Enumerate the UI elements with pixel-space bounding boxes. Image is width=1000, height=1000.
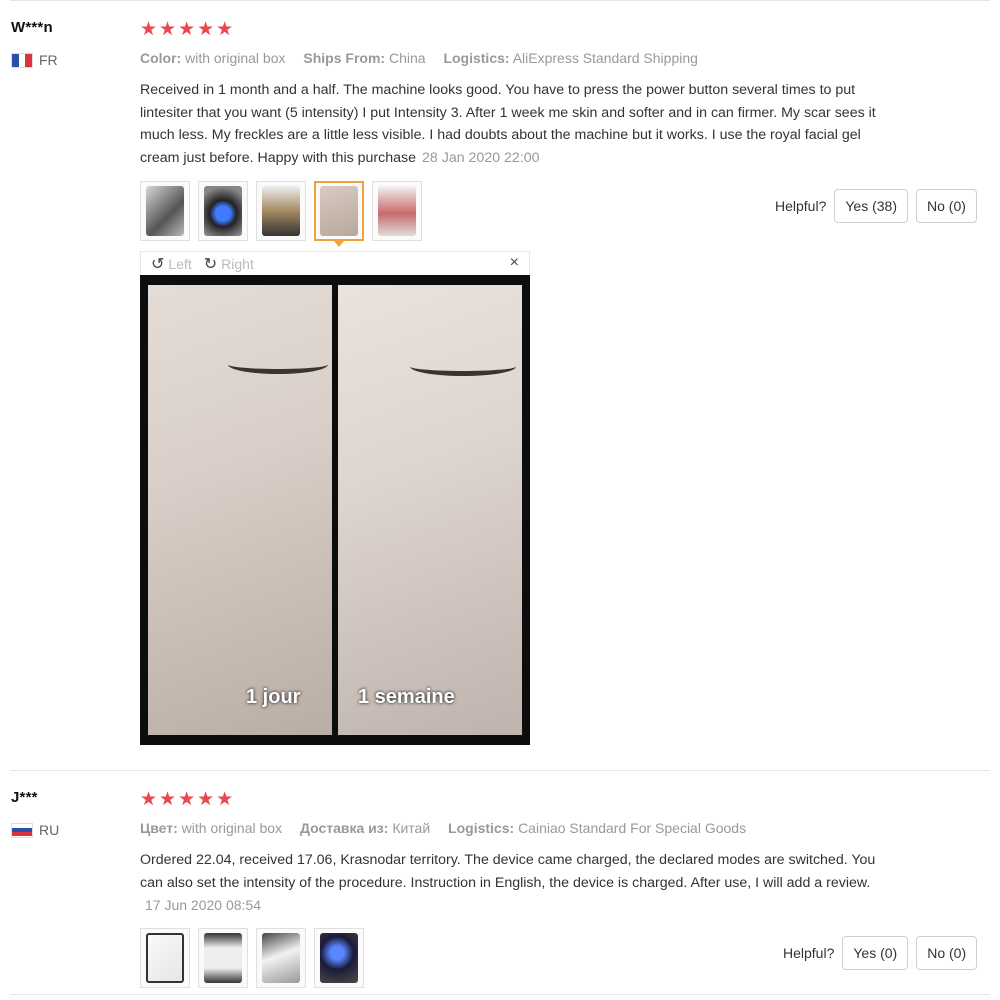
review-photo: 1 jour 1 semaine bbox=[140, 275, 530, 745]
photo-panel-after: 1 semaine bbox=[338, 285, 522, 735]
rotate-right-label: Right bbox=[221, 255, 254, 272]
review-thumbnail[interactable] bbox=[140, 181, 190, 241]
star-rating: ★★★★★ bbox=[140, 19, 236, 40]
helpful-controls: Helpful? Yes (0) No (0) bbox=[783, 936, 978, 970]
meta-value: AliExpress Standard Shipping bbox=[512, 50, 698, 66]
meta-value: with original box bbox=[181, 820, 283, 836]
france-flag-icon bbox=[11, 52, 33, 68]
review-divider bbox=[10, 770, 990, 771]
review-date: 17 Jun 2020 08:54 bbox=[145, 897, 261, 913]
reviewer-name: J*** bbox=[11, 789, 38, 806]
star-rating: ★★★★★ bbox=[140, 789, 236, 810]
rotate-left-icon: ↺ bbox=[151, 255, 165, 273]
review-thumbnail[interactable] bbox=[140, 928, 190, 988]
meta-label: Logistics: bbox=[443, 50, 510, 66]
review-thumbnail[interactable] bbox=[198, 181, 248, 241]
rotate-right-button[interactable]: ↻ Right bbox=[204, 254, 254, 274]
top-divider bbox=[10, 0, 990, 1]
image-viewer: ↺ Left ↻ Right × 1 jour 1 semaine bbox=[140, 251, 530, 745]
photo-caption-before: 1 jour bbox=[246, 686, 301, 708]
reviewer-country: RU bbox=[11, 822, 59, 838]
meta-label: Доставка из: bbox=[299, 820, 389, 836]
meta-label: Цвет: bbox=[140, 820, 178, 836]
reviewer-name: W***n bbox=[11, 19, 53, 36]
helpful-no-button[interactable]: No (0) bbox=[916, 936, 978, 970]
helpful-no-button[interactable]: No (0) bbox=[916, 189, 977, 223]
country-code: RU bbox=[39, 822, 60, 838]
review-thumbnail[interactable] bbox=[256, 928, 306, 988]
helpful-label: Helpful? bbox=[783, 945, 835, 961]
order-meta: Цвет: with original box Доставка из: Кит… bbox=[140, 820, 746, 836]
rotate-right-icon: ↻ bbox=[203, 255, 218, 273]
rotate-left-button[interactable]: ↺ Left bbox=[151, 254, 192, 274]
photo-caption-after: 1 semaine bbox=[358, 686, 455, 708]
review-thumbnails bbox=[140, 181, 422, 247]
review-thumbnail[interactable] bbox=[314, 928, 364, 988]
reviewer-country: FR bbox=[11, 52, 58, 68]
meta-value: Китай bbox=[392, 820, 431, 836]
viewer-toolbar: ↺ Left ↻ Right × bbox=[140, 251, 530, 275]
meta-label: Ships From: bbox=[303, 50, 386, 66]
helpful-controls: Helpful? Yes (38) No (0) bbox=[775, 189, 977, 223]
bottom-divider bbox=[10, 994, 990, 995]
review-thumbnails bbox=[140, 928, 364, 988]
review-thumbnail[interactable] bbox=[198, 928, 248, 988]
meta-label: Logistics: bbox=[448, 820, 515, 836]
review-thumbnail-active[interactable] bbox=[314, 181, 364, 247]
country-code: FR bbox=[39, 52, 58, 68]
helpful-label: Helpful? bbox=[775, 198, 827, 214]
review-thumbnail[interactable] bbox=[372, 181, 422, 241]
review-text: Ordered 22.04, received 17.06, Krasnodar… bbox=[140, 852, 876, 891]
photo-panel-before: 1 jour bbox=[148, 285, 332, 735]
review-text: Received in 1 month and a half. The mach… bbox=[140, 79, 880, 169]
close-icon[interactable]: × bbox=[510, 254, 519, 272]
meta-label: Color: bbox=[140, 50, 182, 66]
review-date: 28 Jan 2020 22:00 bbox=[422, 149, 540, 166]
helpful-yes-button[interactable]: Yes (38) bbox=[834, 189, 908, 223]
order-meta: Color: with original box Ships From: Chi… bbox=[140, 50, 698, 66]
review-thumbnail[interactable] bbox=[256, 181, 306, 241]
russia-flag-icon bbox=[11, 822, 33, 838]
meta-value: China bbox=[388, 50, 426, 66]
meta-value: with original box bbox=[185, 50, 286, 66]
meta-value: Cainiao Standard For Special Goods bbox=[518, 820, 747, 836]
helpful-yes-button[interactable]: Yes (0) bbox=[842, 936, 909, 970]
rotate-left-label: Left bbox=[168, 255, 192, 272]
